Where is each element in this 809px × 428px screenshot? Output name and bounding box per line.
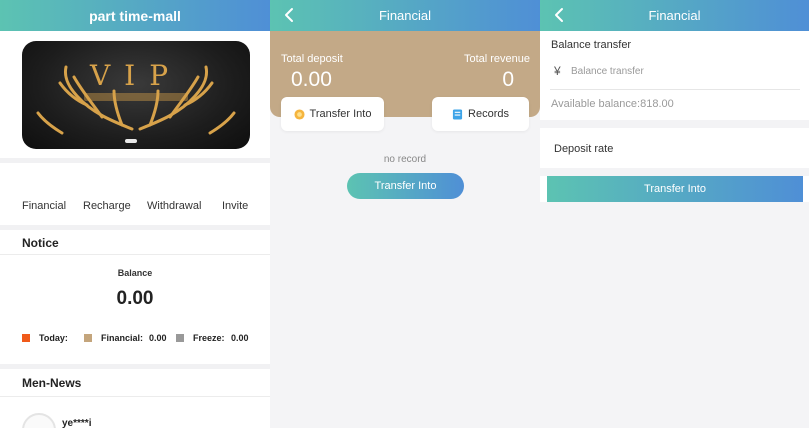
balance-transfer-input[interactable]: Balance transfer	[571, 66, 644, 77]
transfer-into-submit-button[interactable]: Transfer Into	[547, 176, 803, 202]
records-icon	[452, 108, 463, 120]
balance-transfer-screen: Financial Balance transfer ¥ Balance tra…	[540, 0, 809, 428]
financial-value: 0.00	[149, 333, 167, 343]
back-arrow-icon[interactable]	[550, 5, 570, 25]
today-swatch	[22, 334, 30, 342]
total-deposit-label: Total deposit	[281, 53, 343, 65]
balance-value: 0.00	[116, 288, 154, 309]
total-revenue-value: 0	[502, 68, 514, 91]
freeze-value: 0.00	[231, 333, 249, 343]
mall-title: part time-mall	[89, 7, 181, 24]
transfer-into-button[interactable]: Transfer Into	[281, 97, 384, 131]
freeze-swatch	[176, 334, 184, 342]
yen-icon: ¥	[554, 64, 561, 78]
vip-antler-graphic	[36, 65, 236, 135]
avatar	[22, 413, 56, 428]
transfer-header: Financial	[540, 0, 809, 31]
freeze-label: Freeze:	[193, 333, 225, 343]
coin-icon	[293, 108, 305, 120]
financial-swatch	[84, 334, 92, 342]
nav-withdrawal[interactable]: Withdrawal	[147, 200, 201, 212]
records-label: Records	[468, 108, 509, 120]
balance-label: Balance	[117, 268, 153, 278]
balance-transfer-label: Balance transfer	[551, 39, 632, 51]
notice-title: Notice	[22, 236, 59, 250]
vip-logo-text: VIP	[89, 59, 183, 92]
financial-label: Financial:	[101, 333, 144, 343]
transfer-into-pill-button[interactable]: Transfer Into	[347, 173, 464, 199]
today-label: Today:	[39, 333, 68, 343]
men-news-title: Men-News	[22, 376, 82, 390]
total-deposit-value: 0.00	[291, 68, 332, 91]
financial-screen: Financial Total deposit 0.00 Total reven…	[270, 0, 540, 428]
available-balance: Available balance:818.00	[551, 98, 674, 110]
nav-invite[interactable]: Invite	[222, 200, 248, 212]
nav-financial[interactable]: Financial	[22, 200, 66, 212]
financial-header: Financial	[270, 0, 540, 31]
transfer-into-label: Transfer Into	[309, 108, 372, 120]
nav-recharge[interactable]: Recharge	[83, 200, 131, 212]
financial-title: Financial	[378, 8, 432, 23]
banner-indicator[interactable]	[125, 139, 137, 143]
mall-home-screen: part time-mall VIP Financial Recharge Wi…	[0, 0, 270, 428]
total-revenue-label: Total revenue	[463, 53, 530, 65]
records-button[interactable]: Records	[432, 97, 529, 131]
back-arrow-icon[interactable]	[280, 5, 300, 25]
no-record-text: no record	[383, 154, 427, 165]
mall-header: part time-mall	[0, 0, 270, 31]
deposit-rate-label: Deposit rate	[554, 143, 614, 155]
vip-banner[interactable]: VIP	[22, 41, 250, 149]
news-username: ye****i	[62, 418, 92, 428]
transfer-title: Financial	[648, 8, 701, 23]
